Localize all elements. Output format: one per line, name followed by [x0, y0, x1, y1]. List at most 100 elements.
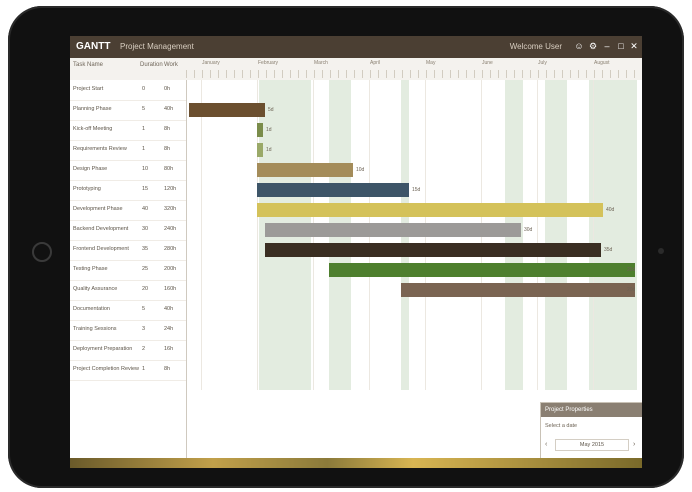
user-name[interactable]: Welcome User: [510, 42, 562, 51]
prev-month-button[interactable]: ‹: [545, 439, 547, 451]
task-work: 8h: [164, 126, 171, 132]
task-row[interactable]: Project Start 0 0h: [70, 80, 186, 101]
bar-label: 30d: [524, 227, 533, 233]
task-dur: 40: [142, 206, 149, 212]
maximize-icon[interactable]: □: [616, 41, 626, 51]
gantt-bar[interactable]: [257, 203, 603, 217]
task-row[interactable]: Backend Development 30 240h: [70, 220, 186, 241]
gantt-bar[interactable]: [189, 103, 265, 117]
day-ticks: [186, 70, 642, 78]
task-work: 280h: [164, 246, 177, 252]
task-name: Kick-off Meeting: [73, 126, 113, 132]
home-button[interactable]: [32, 242, 52, 262]
tablet-device: GANTT Project Management Welcome User ☺ …: [8, 6, 684, 488]
task-dur: 20: [142, 286, 149, 292]
task-name: Requirements Review: [73, 146, 127, 152]
task-name: Design Phase: [73, 166, 108, 172]
task-name: Testing Phase: [73, 266, 108, 272]
task-work: 40h: [164, 106, 174, 112]
task-row[interactable]: Training Sessions 3 24h: [70, 320, 186, 341]
task-name: Training Sessions: [73, 326, 117, 332]
gantt-bar[interactable]: [257, 143, 263, 157]
next-month-button[interactable]: ›: [633, 439, 635, 451]
task-dur: 15: [142, 186, 149, 192]
app-screen: GANTT Project Management Welcome User ☺ …: [70, 36, 642, 468]
task-dur: 5: [142, 106, 146, 112]
task-dur: 5: [142, 306, 146, 312]
month-label: March: [314, 60, 328, 66]
month-label: February: [258, 60, 279, 66]
task-row[interactable]: Testing Phase 25 200h: [70, 260, 186, 281]
settings-icon[interactable]: ⚙: [588, 41, 598, 51]
panel-hint: Select a date: [545, 423, 578, 429]
task-dur: 2: [142, 346, 146, 352]
task-row[interactable]: Project Completion Review 1 8h: [70, 360, 186, 381]
task-work: 8h: [164, 366, 171, 372]
task-row[interactable]: Quality Assurance 20 160h: [70, 280, 186, 301]
task-name: Planning Phase: [73, 106, 112, 112]
bar-label: 5d: [268, 107, 274, 113]
title-bar: GANTT Project Management Welcome User ☺ …: [70, 36, 642, 58]
month-label: July: [538, 60, 547, 66]
close-icon[interactable]: ✕: [629, 41, 639, 51]
task-work: 240h: [164, 226, 177, 232]
task-work: 320h: [164, 206, 177, 212]
task-work: 16h: [164, 346, 174, 352]
task-row[interactable]: Planning Phase 5 40h: [70, 100, 186, 121]
gantt-bar[interactable]: [329, 263, 635, 277]
task-work: 24h: [164, 326, 174, 332]
date-picker[interactable]: May 2015: [555, 439, 629, 451]
month-label: May: [426, 60, 436, 66]
task-work: 120h: [164, 186, 177, 192]
month-label: January: [202, 60, 220, 66]
task-list: Project Start 0 0h Planning Phase 5 40h Kick-o…: [70, 80, 187, 468]
task-dur: 30: [142, 226, 149, 232]
camera-icon: [658, 248, 664, 254]
month-label: June: [482, 60, 493, 66]
col-head-duration: Duration: [140, 62, 163, 68]
gantt-bar[interactable]: [265, 243, 601, 257]
bar-label: 25d: [627, 267, 636, 273]
task-dur: 25: [142, 266, 149, 272]
properties-panel: Project Properties Select a date ‹ May 2…: [540, 402, 642, 464]
task-row[interactable]: Prototyping 15 120h: [70, 180, 186, 201]
app-logo: GANTT: [76, 41, 111, 52]
task-row[interactable]: Development Phase 40 320h: [70, 200, 186, 221]
project-title: Project Management: [120, 42, 194, 51]
month-label: August: [594, 60, 610, 66]
task-row[interactable]: Frontend Development 35 280h: [70, 240, 186, 261]
task-name: Development Phase: [73, 206, 123, 212]
task-row[interactable]: Requirements Review 1 8h: [70, 140, 186, 161]
bar-label: 1d: [266, 147, 272, 153]
task-dur: 10: [142, 166, 149, 172]
task-dur: 35: [142, 246, 149, 252]
gantt-bar[interactable]: [265, 223, 521, 237]
task-work: 8h: [164, 146, 171, 152]
minimize-icon[interactable]: –: [602, 41, 612, 51]
task-row[interactable]: Design Phase 10 80h: [70, 160, 186, 181]
task-row[interactable]: Deployment Preparation 2 16h: [70, 340, 186, 361]
col-head-work: Work: [164, 62, 178, 68]
gantt-bar[interactable]: [257, 183, 409, 197]
timeline-header: Task Name Duration Work January February M…: [70, 58, 642, 81]
task-name: Backend Development: [73, 226, 129, 232]
gantt-bar[interactable]: [401, 283, 635, 297]
task-work: 40h: [164, 306, 174, 312]
task-work: 200h: [164, 266, 177, 272]
task-name: Prototyping: [73, 186, 101, 192]
task-dur: 1: [142, 146, 146, 152]
gantt-bar[interactable]: [257, 163, 353, 177]
bar-label: 1d: [266, 127, 272, 133]
user-icon[interactable]: ☺: [574, 41, 584, 51]
task-name: Quality Assurance: [73, 286, 118, 292]
gantt-bar[interactable]: [257, 123, 263, 137]
task-name: Documentation: [73, 306, 110, 312]
task-work: 160h: [164, 286, 177, 292]
task-name: Frontend Development: [73, 246, 129, 252]
task-row[interactable]: Documentation 5 40h: [70, 300, 186, 321]
task-name: Deployment Preparation: [73, 346, 133, 352]
task-dur: 1: [142, 126, 146, 132]
col-head-task: Task Name: [73, 62, 104, 68]
taskbar-strip: [70, 458, 642, 468]
task-row[interactable]: Kick-off Meeting 1 8h: [70, 120, 186, 141]
